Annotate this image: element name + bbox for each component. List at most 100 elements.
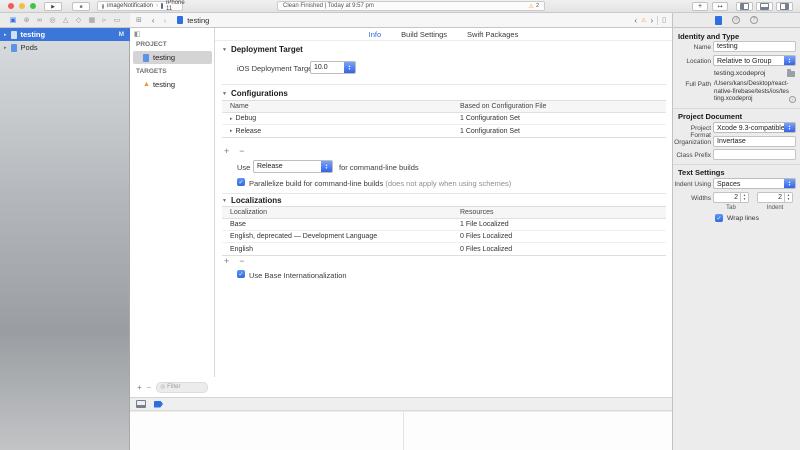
test-navigator-icon[interactable]: ◇ xyxy=(76,16,81,24)
history-inspector-icon[interactable]: ↺ xyxy=(732,16,740,24)
library-button[interactable]: + xyxy=(692,2,708,11)
class-prefix-label: Class Prefix xyxy=(673,152,711,159)
disclosure-icon[interactable]: ▸ xyxy=(4,45,7,51)
source-control-navigator-icon[interactable]: ⊛ xyxy=(24,16,30,24)
section-configurations[interactable]: ▼ Configurations xyxy=(222,89,288,98)
sidebar-target-testing[interactable]: ▲ testing xyxy=(133,78,212,91)
jumpbar-file-name[interactable]: testing xyxy=(187,16,209,25)
debug-pane-icon xyxy=(760,3,769,10)
toggle-navigator-button[interactable] xyxy=(736,2,753,11)
parallelize-checkbox[interactable]: ✓ xyxy=(237,178,245,186)
report-navigator-icon[interactable]: ▭ xyxy=(114,16,121,24)
file-inspector-icon[interactable] xyxy=(715,16,722,25)
forward-icon[interactable]: › xyxy=(164,16,167,25)
warning-badge[interactable]: ⚠ 2 xyxy=(529,3,539,10)
related-items-icon[interactable]: ⊞ xyxy=(136,16,142,24)
dropdown-value: 10.0 xyxy=(311,62,344,73)
location-dropdown[interactable]: Relative to Group ▲▼ xyxy=(713,55,796,66)
scheme-selector[interactable]: imageNotification › iPhone 11 xyxy=(97,1,183,11)
run-button[interactable]: ▶ xyxy=(44,2,62,11)
toggle-inspector-button[interactable] xyxy=(776,2,793,11)
add-localization-button[interactable]: + xyxy=(224,256,229,266)
toggle-debug-area-button[interactable] xyxy=(756,2,773,11)
breakpoints-toggle-icon[interactable] xyxy=(154,401,163,408)
navigator-item-pods[interactable]: ▸ Pods xyxy=(0,41,130,54)
tab-info[interactable]: Info xyxy=(369,30,382,39)
filter-input[interactable]: ◎ Filter xyxy=(156,382,208,393)
indent-width-value[interactable]: 2 xyxy=(757,192,785,203)
full-path-label: Full Path xyxy=(673,81,711,88)
project-file-icon xyxy=(11,31,17,39)
tab-width-value[interactable]: 2 xyxy=(713,192,741,203)
zoom-window-button[interactable] xyxy=(30,3,36,9)
symbol-navigator-icon[interactable]: ∞ xyxy=(37,17,42,24)
divider xyxy=(222,84,666,85)
navigator-item-testing[interactable]: ▸ testing M xyxy=(0,28,130,41)
identity-header: Identity and Type xyxy=(678,32,739,41)
folder-icon[interactable] xyxy=(787,71,795,77)
editor-focus-button[interactable]: ↦ xyxy=(712,2,728,11)
name-field[interactable]: testing xyxy=(713,41,796,52)
sidebar-toggle-icon[interactable]: ◧ xyxy=(134,30,141,38)
hide-debug-area-icon[interactable] xyxy=(136,400,146,408)
organization-field[interactable]: Invertase xyxy=(713,136,796,147)
disclosure-icon[interactable]: ▸ xyxy=(230,116,233,122)
issue-navigator-icon[interactable]: △ xyxy=(63,16,68,24)
previous-issue-icon[interactable]: ‹ xyxy=(634,16,637,25)
open-in-finder-icon[interactable]: › xyxy=(789,96,796,103)
debug-console xyxy=(130,412,672,450)
stepper-arrows-icon[interactable]: ▲▼ xyxy=(741,192,749,203)
section-localizations[interactable]: ▼ Localizations xyxy=(222,196,282,205)
editor-layout-icon[interactable]: ▯ xyxy=(662,16,666,24)
tab-swift-packages[interactable]: Swift Packages xyxy=(467,30,518,39)
command-line-config-dropdown[interactable]: Release ▲▼ xyxy=(253,160,333,173)
navigator-icon-bar: ▣ ⊛ ∞ ◎ △ ◇ ▦ ▹ ▭ xyxy=(0,13,130,27)
table-row[interactable]: English, deprecated — Development Langua… xyxy=(222,231,666,243)
back-icon[interactable]: ‹ xyxy=(152,16,155,25)
tab-build-settings[interactable]: Build Settings xyxy=(401,30,447,39)
remove-icon[interactable]: − xyxy=(147,383,152,392)
project-format-label: Project Format xyxy=(673,125,711,139)
table-row[interactable]: Base 1 File Localized xyxy=(222,219,666,231)
table-row[interactable]: ▸Debug 1 Configuration Set xyxy=(222,113,666,125)
sidebar-project-testing[interactable]: testing xyxy=(133,51,212,64)
inspector-toolbar: ↺ ? xyxy=(672,13,800,27)
class-prefix-field[interactable] xyxy=(713,149,796,160)
ios-deployment-target-dropdown[interactable]: 10.0 ▲▼ xyxy=(310,61,356,74)
section-deployment-target[interactable]: ▼ Deployment Target xyxy=(222,45,303,54)
next-issue-icon[interactable]: › xyxy=(650,16,653,25)
section-open-icon[interactable]: ▼ xyxy=(222,47,227,53)
dropdown-arrows-icon: ▲▼ xyxy=(784,123,795,132)
stop-button[interactable]: ■ xyxy=(72,2,90,11)
debug-navigator-icon[interactable]: ▦ xyxy=(89,16,96,24)
section-open-icon[interactable]: ▼ xyxy=(222,198,227,204)
ios-deployment-target-label: iOS Deployment Target xyxy=(237,64,314,73)
remove-localization-button[interactable]: − xyxy=(239,256,244,266)
indent-using-dropdown[interactable]: Spaces ▲▼ xyxy=(713,178,796,189)
location-label: Location xyxy=(673,58,711,65)
device-icon xyxy=(161,3,163,9)
scheme-name: imageNotification xyxy=(107,3,153,9)
table-row[interactable]: English 0 Files Localized xyxy=(222,243,666,255)
project-navigator-icon[interactable]: ▣ xyxy=(10,16,17,24)
disclosure-icon[interactable]: ▸ xyxy=(230,128,233,134)
remove-configuration-button[interactable]: − xyxy=(239,146,244,156)
quick-help-inspector-icon[interactable]: ? xyxy=(750,16,758,24)
project-format-dropdown[interactable]: Xcode 9.3-compatible ▲▼ xyxy=(713,122,796,133)
close-window-button[interactable] xyxy=(8,3,14,9)
find-navigator-icon[interactable]: ◎ xyxy=(49,16,55,24)
base-internationalization-checkbox[interactable]: ✓ xyxy=(237,270,245,278)
section-open-icon[interactable]: ▼ xyxy=(222,91,227,97)
breakpoint-navigator-icon[interactable]: ▹ xyxy=(103,16,107,24)
add-icon[interactable]: + xyxy=(137,383,142,392)
add-configuration-button[interactable]: + xyxy=(224,146,229,156)
tab-width-stepper[interactable]: 2 ▲▼ xyxy=(713,192,749,203)
stepper-arrows-icon[interactable]: ▲▼ xyxy=(785,192,793,203)
use-suffix-label: for command-line builds xyxy=(339,163,419,172)
table-row[interactable]: ▸Release 1 Configuration Set xyxy=(222,125,666,137)
indent-width-stepper[interactable]: 2 ▲▼ xyxy=(757,192,793,203)
wrap-lines-checkbox[interactable]: ✓ xyxy=(715,214,723,222)
project-file-icon xyxy=(11,44,17,52)
disclosure-icon[interactable]: ▸ xyxy=(4,32,7,38)
minimize-window-button[interactable] xyxy=(19,3,25,9)
